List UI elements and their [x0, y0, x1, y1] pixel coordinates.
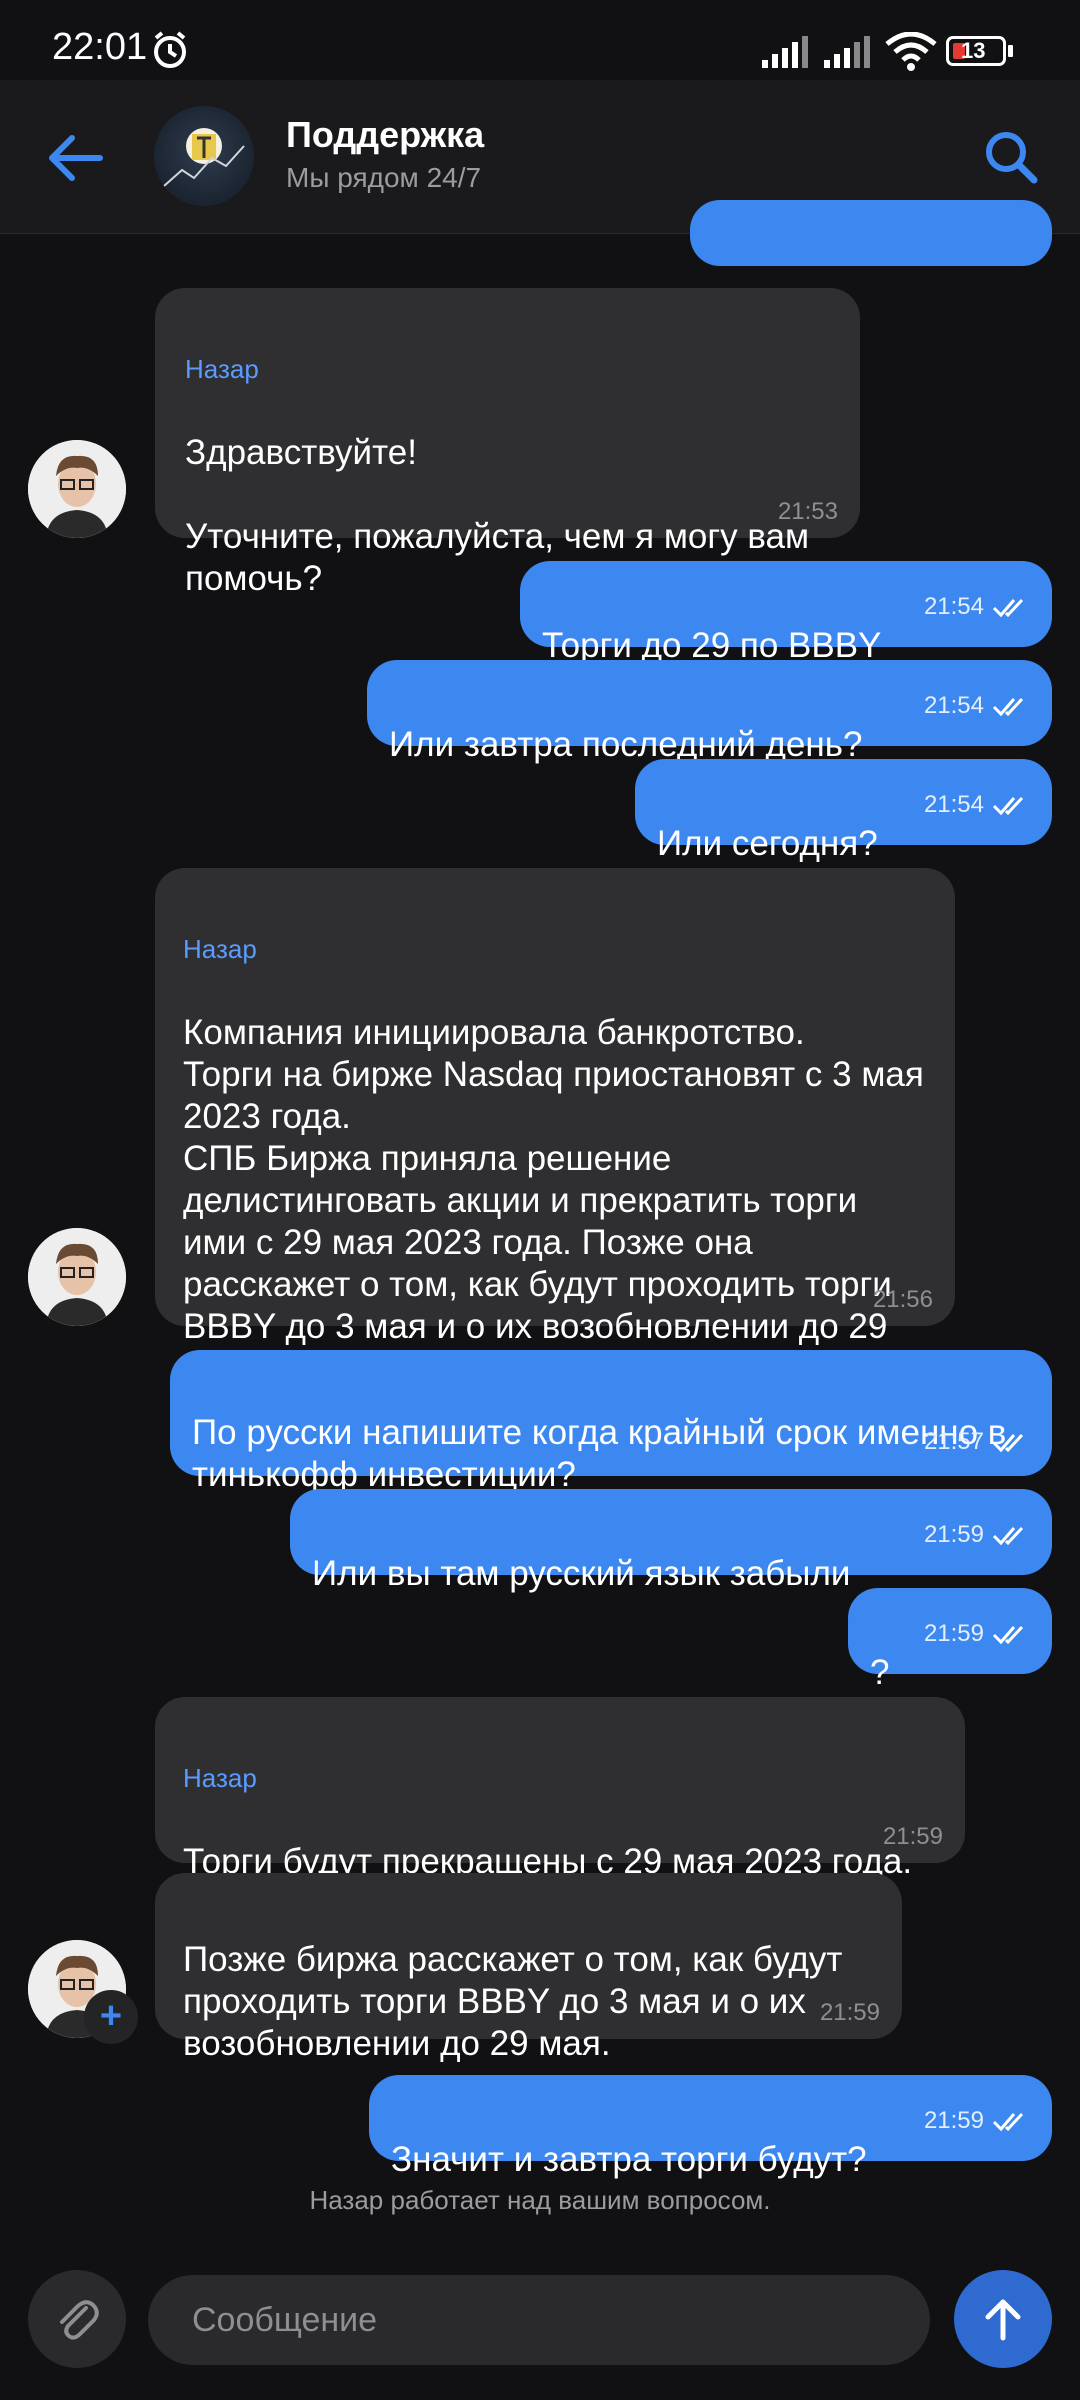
chat-title: Поддержка — [286, 114, 485, 155]
message-time: 21:59 — [882, 1823, 943, 1850]
agent-avatar[interactable] — [28, 440, 126, 538]
battery-level: 13 — [961, 38, 986, 63]
message-time: 21:54 — [923, 593, 984, 620]
plus-icon[interactable]: + — [84, 1990, 138, 2044]
search-icon[interactable] — [980, 126, 1042, 188]
double-check-icon — [992, 2112, 1024, 2132]
message-bubble-out[interactable]: Значит и завтра торги будут? 21:59 — [369, 2075, 1052, 2179]
sender-name: Назар — [183, 934, 257, 964]
message-time: 21:59 — [819, 1999, 880, 2026]
message-bubble-in[interactable]: Позже биржа расскажет о том, как будут п… — [155, 1873, 902, 2063]
paperclip-icon — [60, 2300, 99, 2340]
message-bubble-out[interactable]: ? 21:59 — [848, 1588, 1052, 1692]
double-check-icon — [992, 1433, 1024, 1453]
signal-icon — [824, 36, 870, 68]
message-time: 21:59 — [923, 2107, 984, 2134]
typing-status: Назар работает над вашим вопросом. — [309, 2185, 771, 2215]
double-check-icon — [992, 598, 1024, 618]
message-bubble-out[interactable]: Или вы там русский язык забыли 21:59 — [290, 1489, 1052, 1593]
arrow-up-icon — [985, 2299, 1021, 2341]
sender-name: Назар — [183, 1763, 257, 1793]
message-time: 21:54 — [923, 692, 984, 719]
double-check-icon — [992, 1625, 1024, 1645]
battery-icon: 13 — [946, 36, 1006, 66]
message-bubble-in[interactable]: Назар Торги будут прекращены с 29 мая 20… — [155, 1697, 965, 1881]
signal-icon — [762, 36, 808, 68]
message-bubble-in[interactable]: Назар Здравствуйте! Уточните, пожалуйста… — [155, 288, 860, 598]
wifi-icon — [885, 32, 937, 71]
message-bubble-out[interactable]: Или сегодня? 21:54 — [635, 759, 1052, 863]
agent-avatar[interactable] — [28, 1228, 126, 1326]
message-time: 21:57 — [923, 1428, 984, 1455]
double-check-icon — [992, 796, 1024, 816]
arrow-left-icon[interactable] — [40, 128, 114, 188]
status-bar: 22:01 13 — [0, 0, 1080, 80]
status-time: 22:01 — [52, 26, 148, 68]
message-text: ? — [870, 1653, 890, 1692]
message-text: Или сегодня? — [657, 824, 878, 863]
message-time: 21:53 — [777, 498, 838, 525]
double-check-icon — [992, 1526, 1024, 1546]
message-time: 21:56 — [872, 1286, 933, 1313]
double-check-icon — [992, 697, 1024, 717]
send-button[interactable] — [954, 2270, 1052, 2368]
attach-button[interactable] — [28, 2270, 126, 2368]
message-bubble-in[interactable]: Назар Компания инициировала банкротство.… — [155, 868, 955, 1388]
message-time: 21:59 — [923, 1620, 984, 1647]
message-bubble-out[interactable] — [690, 200, 1052, 266]
composer-bar — [0, 2250, 1080, 2400]
message-text: Компания инициировала банкротство. Торги… — [183, 1013, 924, 1388]
message-text: Позже биржа расскажет о том, как будут п… — [183, 1940, 843, 2063]
support-avatar[interactable] — [154, 106, 254, 206]
sender-name: Назар — [185, 354, 259, 384]
message-time: 21:54 — [923, 791, 984, 818]
message-time: 21:59 — [923, 1521, 984, 1548]
alarm-icon — [154, 31, 186, 68]
message-bubble-out[interactable]: Или завтра последний день? 21:54 — [367, 660, 1052, 764]
message-bubble-out[interactable]: Торги до 29 по BBBY 21:54 — [520, 561, 1052, 665]
chat-subtitle: Мы рядом 24/7 — [286, 162, 482, 193]
message-text: Значит и завтра торги будут? — [391, 2140, 867, 2179]
message-text: По русски напишите когда крайный срок им… — [192, 1413, 1007, 1494]
message-input[interactable] — [148, 2275, 930, 2365]
message-bubble-out[interactable]: По русски напишите когда крайный срок им… — [170, 1350, 1052, 1494]
